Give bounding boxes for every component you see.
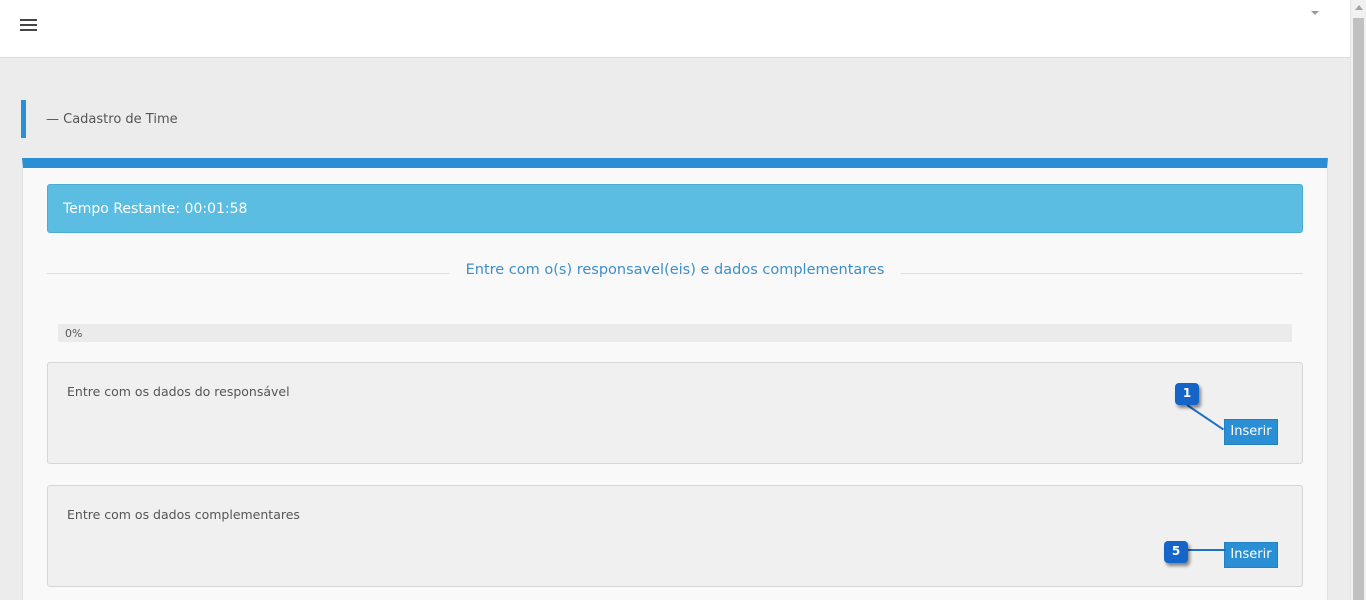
hamburger-line <box>20 24 37 26</box>
timer-text: Tempo Restante: 00:01:58 <box>63 201 248 217</box>
vertical-scrollbar[interactable] <box>1350 0 1366 600</box>
insert-responsible-button[interactable]: Inserir <box>1224 419 1278 445</box>
hamburger-line <box>20 29 37 31</box>
hamburger-icon[interactable] <box>20 19 40 35</box>
complementary-panel: Entre com os dados complementares Inseri… <box>47 485 1303 587</box>
callout-badge: 5 <box>1164 541 1188 563</box>
panel-text: Entre com os dados complementares <box>67 507 300 522</box>
page: — Cadastro de Time Tempo Restante: 00:01… <box>0 0 1366 600</box>
scroll-up-arrow-icon[interactable] <box>1355 5 1363 10</box>
section-divider: Entre com o(s) responsavel(eis) e dados … <box>47 262 1303 284</box>
top-header <box>0 0 1350 58</box>
caret-down-icon[interactable] <box>1309 8 1323 18</box>
responsible-panel: Entre com os dados do responsável Inseri… <box>47 362 1303 464</box>
callout-badge: 1 <box>1175 383 1199 405</box>
panel-text: Entre com os dados do responsável <box>67 384 290 399</box>
page-title-bar: — Cadastro de Time <box>21 100 421 138</box>
hamburger-line <box>20 19 37 21</box>
timer-alert: Tempo Restante: 00:01:58 <box>47 184 1303 233</box>
callout-line <box>1186 549 1226 551</box>
progress-bar: 0% <box>58 324 1292 342</box>
scroll-thumb[interactable] <box>1353 18 1364 600</box>
page-title: — Cadastro de Time <box>46 112 178 127</box>
section-heading: Entre com o(s) responsavel(eis) e dados … <box>449 262 901 278</box>
progress-label: 0% <box>65 327 83 340</box>
insert-complementary-button[interactable]: Inserir <box>1224 542 1278 568</box>
